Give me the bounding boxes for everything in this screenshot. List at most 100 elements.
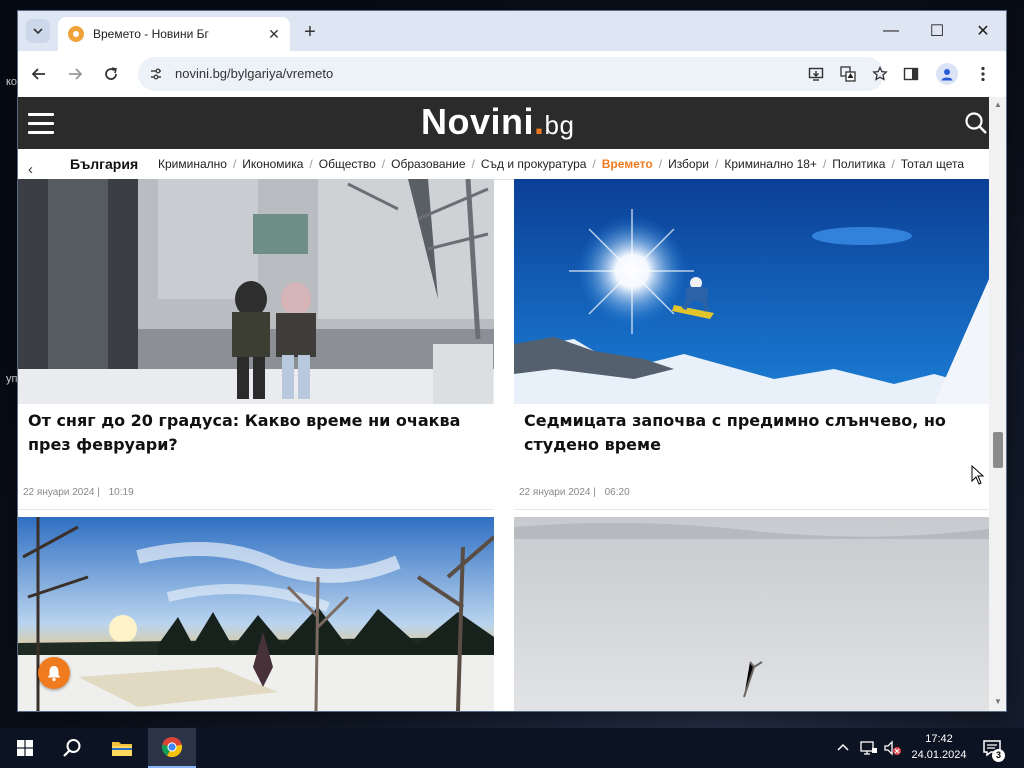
search-icon [63, 739, 81, 757]
site-info-icon[interactable] [148, 66, 164, 82]
nav-separator: / [658, 157, 663, 171]
nav-separator: / [714, 157, 719, 171]
bell-icon [47, 666, 61, 682]
article-meta: 22 януари 2024 | 10:19 [23, 487, 134, 498]
back-arrow-icon [31, 68, 45, 80]
scroll-down-icon[interactable]: ▼ [993, 697, 1003, 707]
article-headline[interactable]: Седмицата започва с предимно слънчево, н… [524, 409, 979, 457]
minimize-button[interactable]: — [868, 17, 914, 45]
subcategory-7[interactable]: Криминално 18+ [724, 157, 817, 171]
nav-separator: / [891, 157, 895, 171]
forward-arrow-icon [69, 68, 83, 80]
forward-button[interactable] [64, 63, 86, 85]
install-app-icon[interactable] [806, 65, 826, 83]
logo-main: Novini [421, 101, 535, 142]
subcategory-2[interactable]: Общество [319, 157, 376, 171]
category-nav: ‹ България Криминално / Икономика / Общество… [18, 149, 989, 180]
maximize-button[interactable]: ☐ [914, 17, 960, 45]
taskbar-clock[interactable]: 17:42 24.01.2024 [904, 731, 974, 763]
taskbar-search-button[interactable] [50, 728, 94, 768]
nav-separator: / [381, 157, 386, 171]
site-logo[interactable]: Novini.bg [421, 101, 574, 143]
address-bar[interactable]: novini.bg/bylgariya/vremeto [138, 57, 888, 91]
scrollbar-thumb[interactable] [993, 432, 1003, 468]
nav-separator: / [592, 157, 596, 171]
close-button[interactable]: ✕ [960, 17, 1006, 45]
subcategory-5[interactable]: Времето [602, 157, 653, 171]
article-time: 06:20 [604, 487, 630, 498]
new-tab-button[interactable]: + [298, 21, 322, 43]
notification-count-badge: 3 [992, 749, 1005, 762]
subcategory-8[interactable]: Политика [832, 157, 885, 171]
tray-overflow-icon[interactable] [836, 728, 850, 768]
tab-close-icon[interactable]: ✕ [264, 24, 284, 44]
subcategory-6[interactable]: Избори [668, 157, 709, 171]
snowboarder-photo [514, 179, 989, 404]
site-header: Novini.bg [18, 97, 989, 149]
browser-titlebar: Времето - Новини Бг ✕ + — ☐ ✕ [18, 11, 1006, 51]
nav-scroll-left-icon[interactable]: ‹ [28, 161, 33, 178]
back-button[interactable] [28, 63, 50, 85]
tab-title: Времето - Новини Бг [93, 27, 209, 41]
meta-separator: | [94, 487, 103, 498]
chrome-icon [161, 737, 183, 758]
side-panel-icon[interactable] [900, 63, 922, 85]
file-explorer-button[interactable] [100, 728, 144, 768]
subcategory-list: Криминално / Икономика / Общество / Образовани… [158, 157, 964, 171]
notification-bell-button[interactable] [38, 657, 70, 689]
chevron-down-icon [33, 28, 43, 35]
desktop-icon-label-fragment[interactable]: уп [6, 373, 17, 385]
desktop-icon-label-fragment[interactable]: ко [6, 76, 17, 88]
meta-separator: | [590, 487, 599, 498]
subcategory-1[interactable]: Икономика [242, 157, 303, 171]
logo-tld: bg [544, 110, 575, 140]
bookmark-star-icon[interactable] [870, 65, 890, 83]
search-icon[interactable] [964, 111, 988, 135]
reload-button[interactable] [100, 63, 122, 85]
volume-muted-icon[interactable] [884, 728, 902, 768]
browser-window: Времето - Новини Бг ✕ + — ☐ ✕ novini.bg/… [18, 11, 1006, 711]
article-divider [514, 509, 989, 510]
site-favicon-icon [68, 26, 84, 42]
browser-menu-icon[interactable] [972, 63, 994, 85]
article-image-snowboarder[interactable] [514, 179, 989, 404]
subcategory-0[interactable]: Криминално [158, 157, 227, 171]
subcategory-4[interactable]: Съд и прокуратура [481, 157, 587, 171]
hamburger-menu-icon[interactable] [28, 113, 54, 134]
browser-tab[interactable]: Времето - Новини Бг ✕ [58, 17, 290, 51]
start-button[interactable] [4, 728, 46, 768]
clock-time: 17:42 [925, 733, 953, 745]
nav-separator: / [822, 157, 827, 171]
winter-sunset-photo [18, 517, 494, 711]
snowfield-photo [514, 517, 989, 711]
page-viewport: Novini.bg ‹ България Криминално / Икономик… [18, 97, 989, 711]
page-scrollbar[interactable]: ▲ ▼ [989, 97, 1006, 711]
article-meta: 22 януари 2024 | 06:20 [519, 487, 630, 498]
article-divider [18, 509, 494, 510]
url-text: novini.bg/bylgariya/vremeto [175, 66, 334, 81]
article-image-snowfield[interactable] [514, 517, 989, 711]
subcategory-9[interactable]: Тотал щета [901, 157, 964, 171]
clock-date: 24.01.2024 [911, 749, 967, 761]
windows-logo-icon [17, 740, 33, 756]
mouse-cursor-icon [971, 465, 985, 485]
nav-separator: / [471, 157, 475, 171]
category-title[interactable]: България [70, 156, 138, 172]
tab-search-button[interactable] [26, 19, 50, 43]
chrome-taskbar-button[interactable] [148, 728, 196, 768]
nav-separator: / [309, 157, 313, 171]
translate-icon[interactable] [838, 65, 858, 83]
folder-icon [112, 742, 132, 756]
windows-taskbar: 17:42 24.01.2024 3 [0, 728, 1024, 768]
scroll-up-icon[interactable]: ▲ [993, 100, 1003, 110]
article-image-winter-sunset[interactable] [18, 517, 494, 711]
snowy-street-photo [18, 179, 494, 404]
subcategory-3[interactable]: Образование [391, 157, 465, 171]
reload-icon [105, 67, 117, 80]
profile-avatar-icon[interactable] [936, 63, 958, 85]
article-headline[interactable]: От сняг до 20 градуса: Какво време ни оч… [28, 409, 488, 457]
article-time: 10:19 [108, 487, 134, 498]
article-image-snowy-street[interactable] [18, 179, 494, 404]
network-icon[interactable] [860, 728, 878, 768]
nav-separator: / [232, 157, 237, 171]
